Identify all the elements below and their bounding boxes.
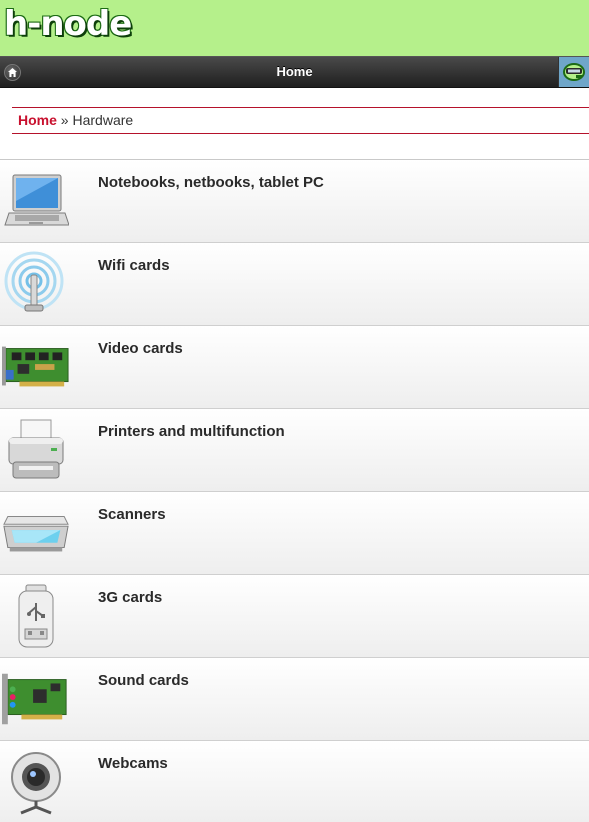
video-card-icon bbox=[2, 334, 70, 400]
category-webcams[interactable]: Webcams bbox=[0, 741, 589, 822]
category-wifi-cards[interactable]: Wifi cards bbox=[0, 243, 589, 326]
mobile-site-button[interactable] bbox=[558, 57, 589, 87]
category-notebooks[interactable]: Notebooks, netbooks, tablet PC bbox=[0, 160, 589, 243]
category-label: Sound cards bbox=[98, 672, 189, 689]
sound-card-icon bbox=[2, 666, 70, 732]
toolbar-title: Home bbox=[276, 64, 313, 79]
category-label: Wifi cards bbox=[98, 257, 170, 274]
printer-icon bbox=[2, 417, 70, 483]
category-video-cards[interactable]: Video cards bbox=[0, 326, 589, 409]
page: h-node Home Home » Hardware Notebooks, n… bbox=[0, 0, 589, 822]
scanner-icon bbox=[2, 500, 70, 566]
breadcrumb-current: Hardware bbox=[72, 112, 134, 128]
category-label: Scanners bbox=[98, 506, 166, 523]
webcam-icon bbox=[2, 749, 70, 815]
category-scanners[interactable]: Scanners bbox=[0, 492, 589, 575]
category-label: Video cards bbox=[98, 340, 183, 357]
category-list: Notebooks, netbooks, tablet PC Wifi card… bbox=[0, 159, 589, 822]
laptop-icon bbox=[2, 168, 70, 234]
wifi-antenna-icon bbox=[2, 251, 70, 317]
category-label: Printers and multifunction bbox=[98, 423, 285, 440]
breadcrumb-home-link[interactable]: Home bbox=[18, 112, 57, 128]
breadcrumb-separator: » bbox=[60, 112, 69, 128]
category-printers[interactable]: Printers and multifunction bbox=[0, 409, 589, 492]
category-label: 3G cards bbox=[98, 589, 163, 606]
breadcrumb: Home » Hardware bbox=[12, 107, 589, 134]
toolbar: Home bbox=[0, 56, 589, 88]
site-logo[interactable]: h-node bbox=[3, 2, 133, 46]
mobile-site-icon bbox=[563, 63, 585, 81]
category-3g-cards[interactable]: 3G cards bbox=[0, 575, 589, 658]
category-label: Webcams bbox=[98, 755, 168, 772]
category-sound-cards[interactable]: Sound cards bbox=[0, 658, 589, 741]
category-label: Notebooks, netbooks, tablet PC bbox=[98, 174, 324, 191]
usb-modem-icon bbox=[2, 583, 70, 649]
header: h-node bbox=[0, 0, 589, 56]
